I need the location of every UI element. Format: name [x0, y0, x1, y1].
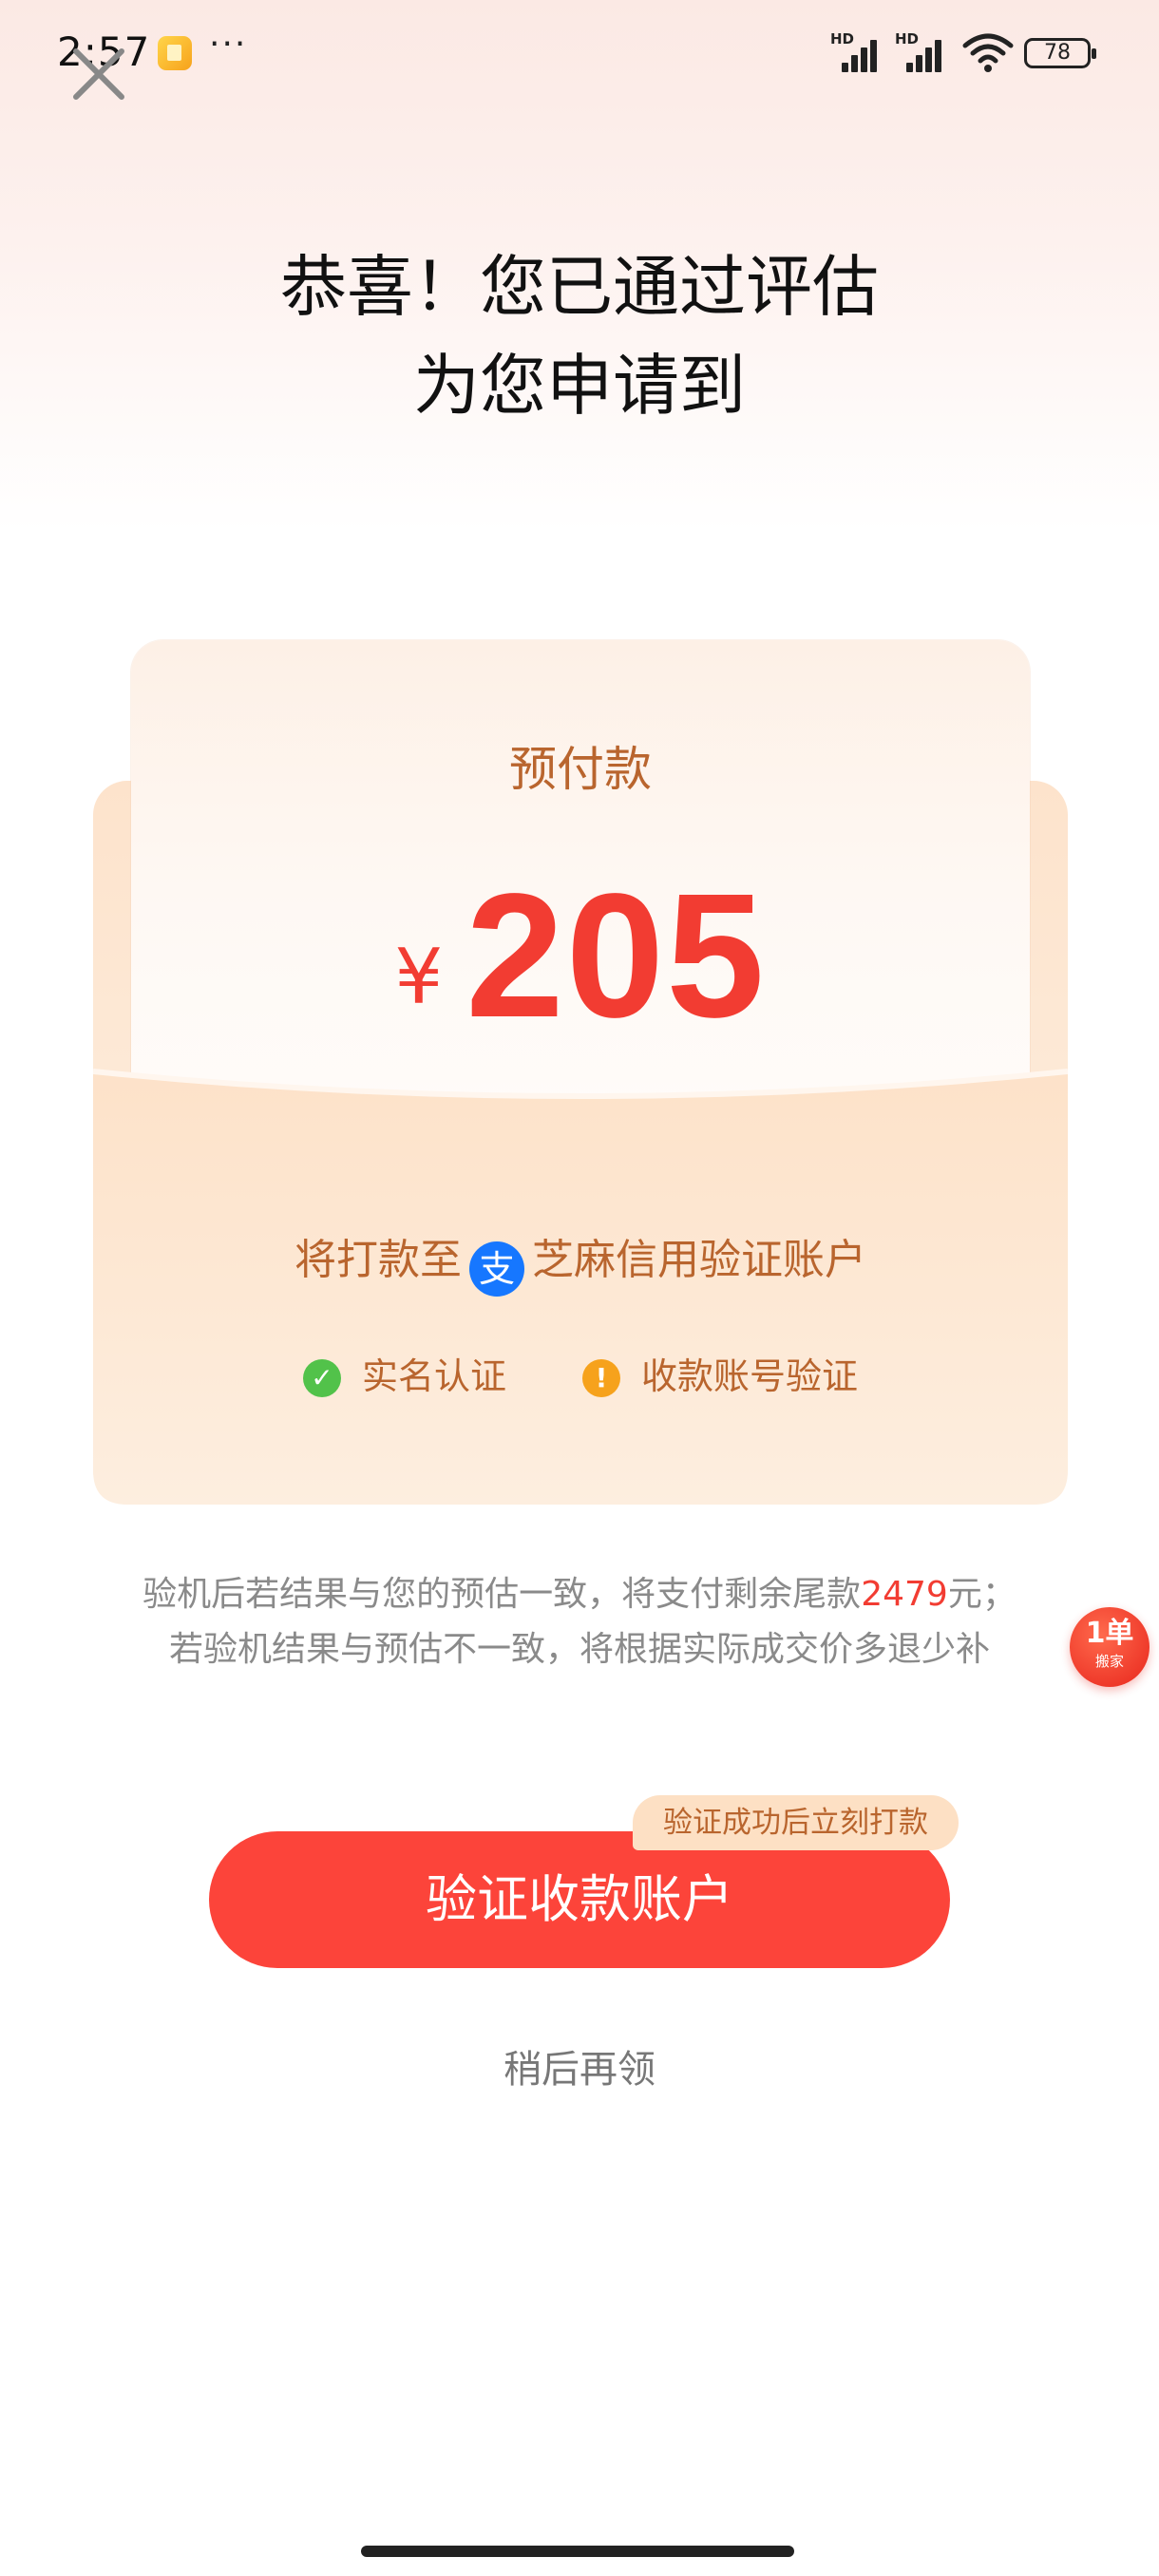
payto-prefix: 将打款至 [294, 1236, 462, 1284]
signal-hd-label-2: HD [895, 30, 920, 47]
close-button[interactable] [68, 44, 129, 104]
wifi-icon [961, 32, 1015, 74]
prepay-amount: ¥205 [131, 855, 1030, 1057]
amount-value: 205 [466, 858, 767, 1054]
currency-symbol: ¥ [394, 933, 444, 1021]
prepay-label: 预付款 [509, 742, 652, 797]
floating-badge-main: 1单 [1085, 1617, 1134, 1650]
description-line-1-post: 元； [947, 1575, 1016, 1614]
verify-account-button[interactable]: 验证收款账户 [209, 1831, 950, 1968]
battery-level: 78 [1044, 41, 1071, 65]
alipay-icon: 支 [469, 1241, 524, 1297]
check-item-account: ! 收款账号验证 [582, 1347, 858, 1399]
remaining-amount: 2479 [861, 1575, 948, 1614]
description-line-1: 验机后若结果与您的预估一致，将支付剩余尾款2479元； [0, 1567, 1159, 1622]
verification-status: ✓ 实名认证 ! 收款账号验证 [93, 1347, 1068, 1399]
notes-app-icon [158, 36, 192, 70]
title-line-2: 为您申请到 [413, 347, 746, 425]
settlement-description: 验机后若结果与您的预估一致，将支付剩余尾款2479元； 若验机结果与预估不一致，… [0, 1567, 1159, 1677]
status-bar: 2:57 ··· HD HD 78 [0, 0, 1159, 104]
floating-badge[interactable]: 1单 搬家 [1070, 1607, 1150, 1687]
claim-later-link[interactable]: 稍后再领 [0, 2038, 1159, 2093]
signal-icon: HD [830, 30, 884, 72]
instant-payment-tag: 验证成功后立刻打款 [633, 1795, 959, 1850]
description-line-2: 若验机结果与预估不一致，将根据实际成交价多退少补 [168, 1630, 990, 1669]
check-label-realname: 实名认证 [361, 1355, 506, 1397]
title-line-1: 恭喜！您已通过评估 [280, 248, 879, 326]
signal-hd-label: HD [830, 30, 855, 47]
floating-badge-sub: 搬家 [1094, 1653, 1124, 1670]
payto-info: 将打款至支芝麻信用验证账户 [93, 1225, 1068, 1297]
description-line-1-pre: 验机后若结果与您的预估一致，将支付剩余尾款 [142, 1575, 862, 1614]
check-label-account: 收款账号验证 [641, 1355, 859, 1397]
check-item-realname: ✓ 实名认证 [302, 1347, 506, 1399]
more-notifications-icon: ··· [209, 25, 248, 64]
close-icon [73, 48, 124, 100]
battery-icon: 78 [1024, 38, 1096, 68]
home-indicator[interactable] [361, 2546, 794, 2557]
warning-circle-icon: ! [582, 1359, 621, 1397]
page-title: 恭喜！您已通过评估 为您申请到 [0, 237, 1159, 435]
check-circle-icon: ✓ [302, 1359, 341, 1397]
payto-account: 芝麻信用验证账户 [532, 1236, 866, 1284]
signal-icon-2: HD [895, 30, 948, 72]
